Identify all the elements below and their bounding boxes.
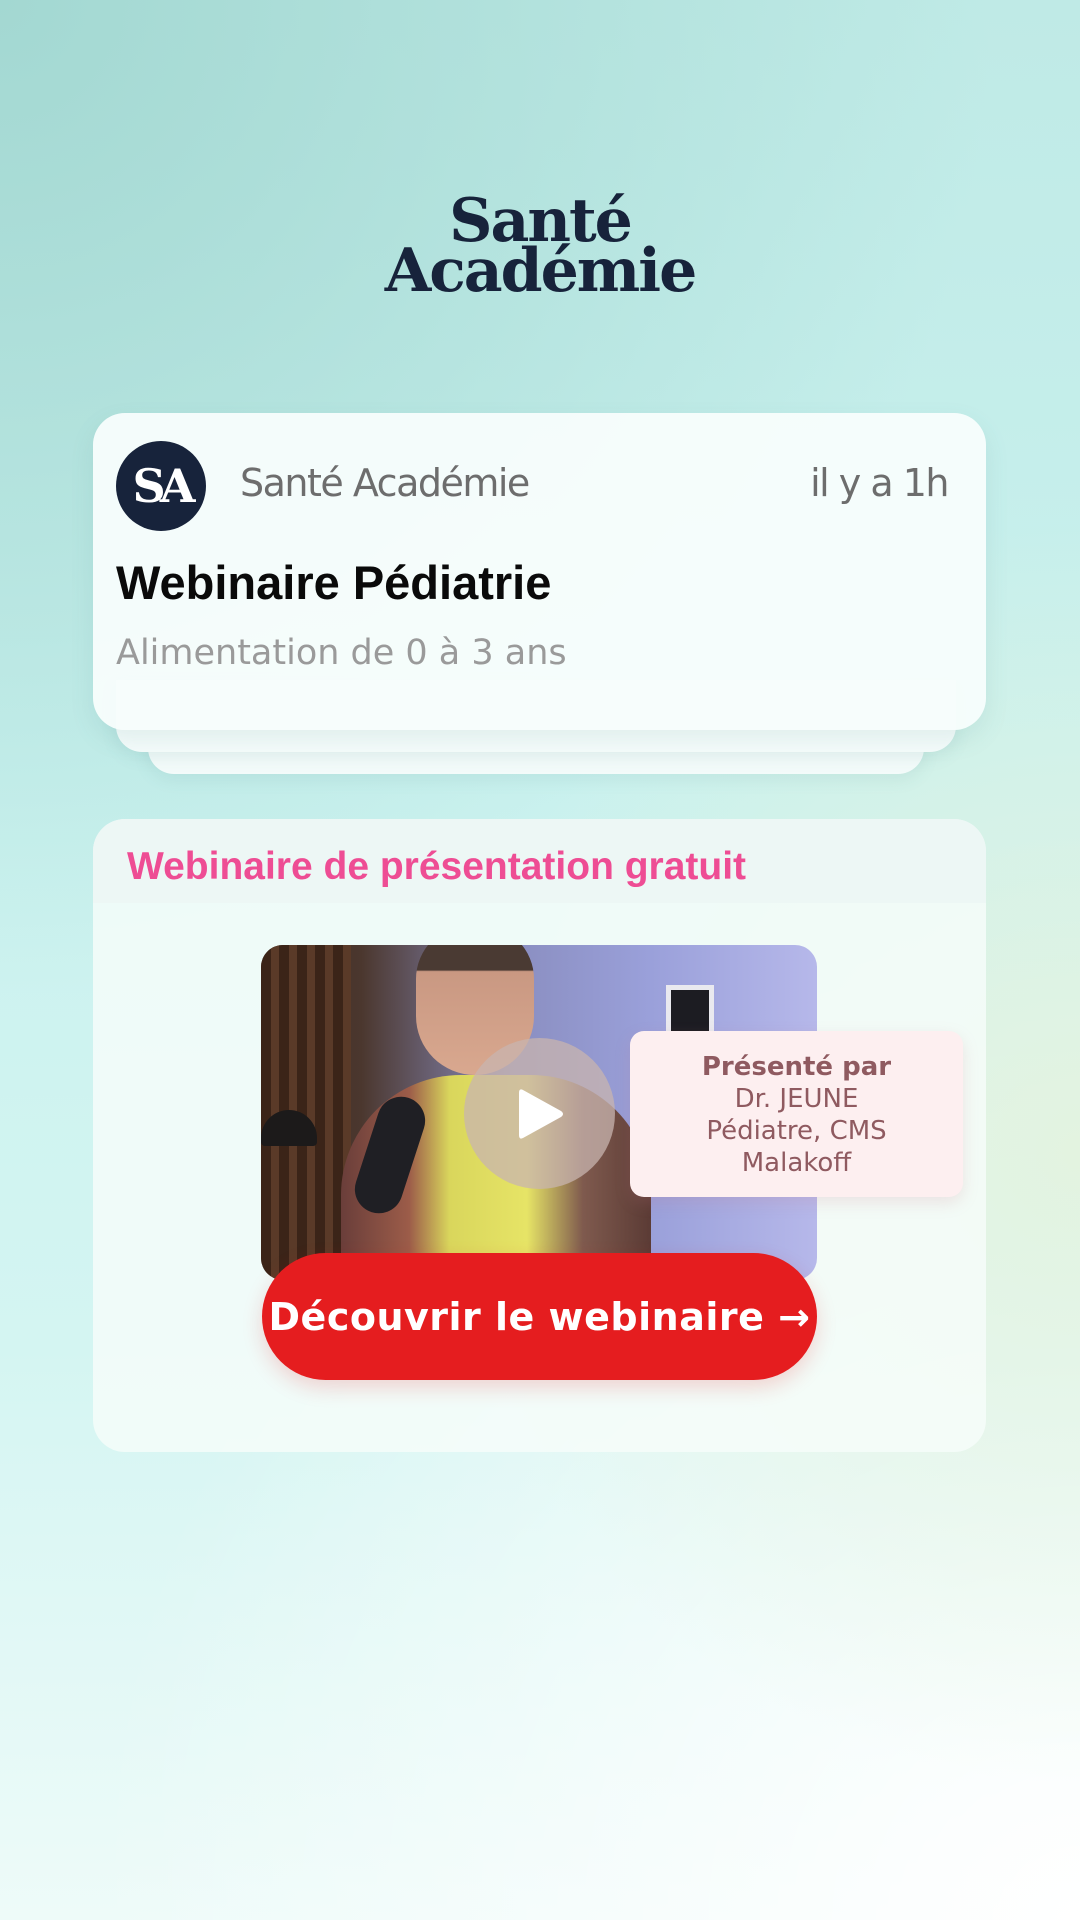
- notification-time: il y a 1h: [810, 461, 949, 505]
- notification-title: Webinaire Pédiatrie: [116, 556, 552, 609]
- avatar: SA: [116, 441, 206, 531]
- discover-webinar-button[interactable]: Découvrir le webinaire →: [262, 1253, 817, 1380]
- play-button[interactable]: [464, 1038, 615, 1189]
- notification-card[interactable]: SA Santé Académie il y a 1h Webinaire Pé…: [93, 413, 986, 730]
- webinar-heading: Webinaire de présentation gratuit: [127, 845, 747, 888]
- avatar-monogram: SA: [132, 459, 196, 513]
- brand-logo: Santé Académie: [0, 191, 1080, 306]
- notification-subtitle: Alimentation de 0 à 3 ans: [116, 633, 567, 673]
- webinar-card: Webinaire de présentation gratuit Présen…: [93, 819, 986, 1452]
- logo-line-2: Académie: [384, 236, 698, 306]
- notification-sender: Santé Académie: [240, 461, 530, 505]
- presenter-label: Présenté par: [701, 1052, 892, 1082]
- play-icon: [518, 1088, 563, 1139]
- presenter-role-line-1: Pédiatre, CMS: [706, 1116, 887, 1146]
- presenter-badge: Présenté par Dr. JEUNE Pédiatre, CMS Mal…: [630, 1031, 963, 1197]
- presenter-name: Dr. JEUNE: [734, 1084, 859, 1114]
- presenter-role-line-2: Malakoff: [741, 1148, 852, 1178]
